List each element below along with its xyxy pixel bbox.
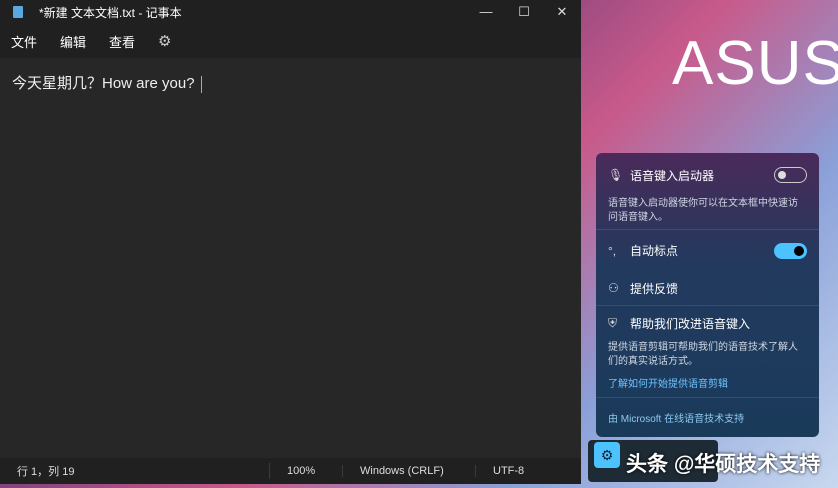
- feedback-row[interactable]: ⚇ 提供反馈: [596, 271, 819, 305]
- window-title: *新建 文本文档.txt - 记事本: [39, 5, 182, 20]
- voice-typing-settings-panel: 🎙 语音键入启动器 语音键入启动器使你可以在文本框中快速访问语音键入。 °, 自…: [596, 153, 819, 437]
- menu-bar: 文件 编辑 查看 ⚙: [0, 24, 581, 58]
- notepad-window: *新建 文本文档.txt - 记事本 — ☐ ✕ 文件 编辑 查看 ⚙ 今天星期…: [0, 0, 581, 484]
- launcher-toggle[interactable]: [774, 167, 807, 183]
- text-caret: [200, 75, 202, 93]
- maximize-button[interactable]: ☐: [505, 4, 543, 20]
- settings-gear-icon[interactable]: ⚙: [158, 32, 171, 50]
- asus-logo: ASUS: [672, 29, 838, 98]
- text-editor[interactable]: 今天星期几？How are you?: [0, 58, 581, 107]
- editor-text: 今天星期几？How are you?: [12, 75, 195, 92]
- auto-punctuation-row: °, 自动标点: [596, 229, 819, 271]
- panel-footer: 由 Microsoft 在线语音技术支持: [596, 397, 819, 425]
- title-bar: *新建 文本文档.txt - 记事本 — ☐ ✕: [0, 0, 581, 24]
- improve-description: 提供语音剪辑可帮助我们的语音技术了解人们的真实说话方式。: [608, 342, 798, 367]
- line-ending: Windows (CRLF): [343, 465, 476, 477]
- encoding: UTF-8: [493, 465, 525, 477]
- feedback-label: 提供反馈: [630, 281, 679, 296]
- launcher-row: 🎙 语音键入启动器: [596, 153, 819, 197]
- auto-punctuation-toggle[interactable]: [774, 242, 807, 259]
- shield-lock-icon: ⛨: [608, 316, 618, 330]
- microphone-icon: 🎙: [608, 168, 624, 182]
- punctuation-icon: °,: [608, 243, 617, 258]
- improve-label: 帮助我们改进语音键入: [630, 317, 751, 331]
- zoom-level: 100%: [270, 465, 343, 477]
- watermark: 头条 @华硕技术支持: [626, 453, 821, 476]
- launcher-description: 语音键入启动器使你可以在文本框中快速访问语音键入。: [608, 198, 798, 223]
- auto-punctuation-label: 自动标点: [630, 244, 679, 258]
- learn-link[interactable]: 了解如何开始提供语音剪辑: [596, 375, 819, 397]
- feedback-icon: ⚇: [608, 281, 619, 295]
- status-bar: 行 1，列 19 100% Windows (CRLF) UTF-8: [0, 458, 581, 484]
- close-button[interactable]: ✕: [543, 4, 581, 20]
- launcher-label: 语音键入启动器: [630, 168, 715, 183]
- menu-edit[interactable]: 编辑: [60, 32, 86, 51]
- improve-row: ⛨ 帮助我们改进语音键入: [596, 305, 819, 341]
- minimize-button[interactable]: —: [467, 4, 505, 20]
- cursor-position: 行 1，列 19: [0, 463, 270, 479]
- notepad-icon: [13, 6, 23, 18]
- menu-view[interactable]: 查看: [109, 32, 135, 51]
- menu-file[interactable]: 文件: [11, 32, 37, 51]
- settings-gear-icon[interactable]: ⚙: [594, 442, 620, 468]
